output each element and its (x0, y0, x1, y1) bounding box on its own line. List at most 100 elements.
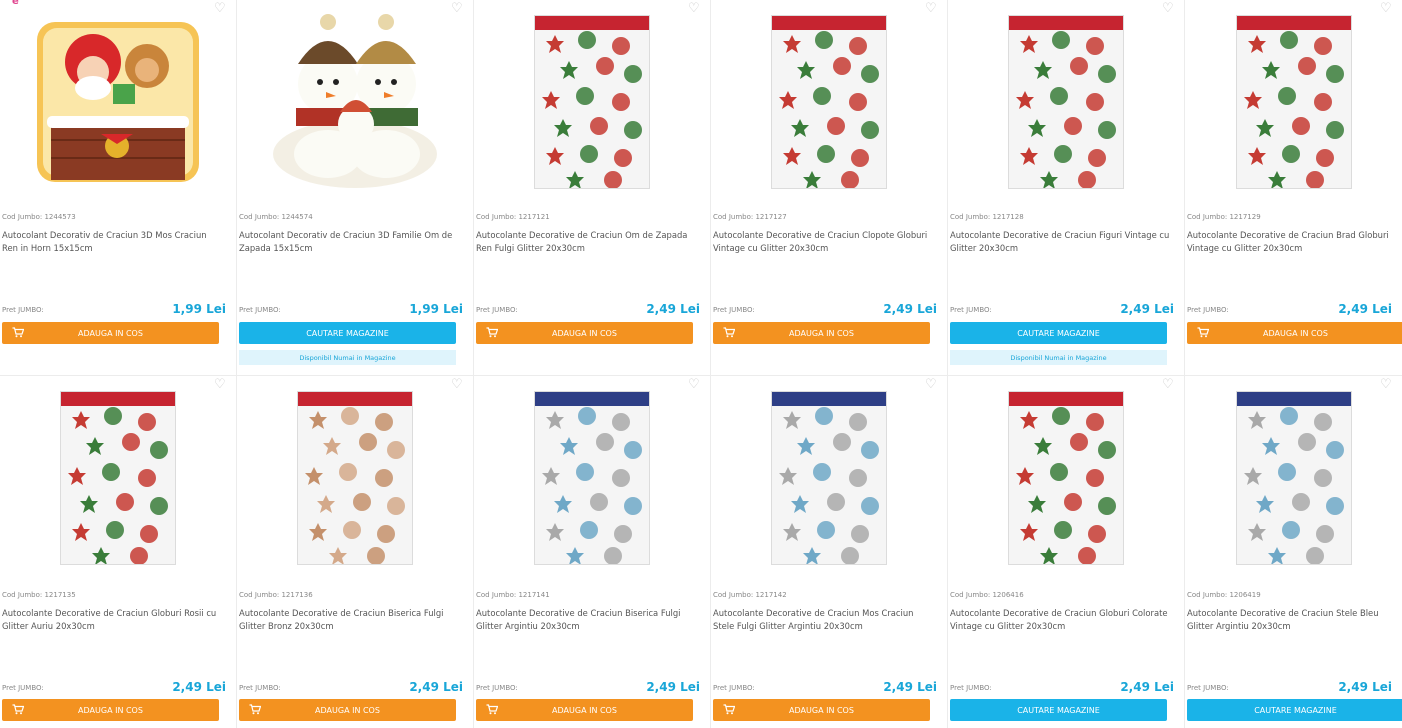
add-to-cart-label: ADAUGA IN COS (78, 328, 143, 338)
product-price: 1,99 Lei (172, 302, 226, 316)
heart-icon[interactable]: ♡ (1380, 378, 1394, 391)
product-code: Cod Jumbo: 1206416 (950, 591, 1024, 599)
product-code: Cod Jumbo: 1217121 (476, 213, 550, 221)
search-stores-label: CAUTARE MAGAZINE (306, 328, 389, 338)
stores-only-notice: Disponibil Numai in Magazine (950, 350, 1167, 365)
search-stores-button[interactable]: CAUTARE MAGAZINE (1187, 699, 1402, 721)
product-title[interactable]: Autocolante Decorative de Craciun Figuri… (950, 229, 1170, 255)
product-code: Cod Jumbo: 1217141 (476, 591, 550, 599)
add-to-cart-label: ADAUGA IN COS (789, 328, 854, 338)
cart-icon (486, 327, 499, 338)
add-to-cart-label: ADAUGA IN COS (78, 705, 143, 715)
product-card[interactable]: ♡ Cod Jumbo: 1244574 Autocolant Decorativ … (237, 0, 474, 376)
add-to-cart-button[interactable]: ADAUGA IN COS (713, 699, 930, 721)
product-image[interactable] (31, 390, 205, 566)
product-title[interactable]: Autocolante Decorative de Craciun Globur… (950, 607, 1170, 633)
heart-icon[interactable]: ♡ (925, 2, 939, 15)
search-stores-label: CAUTARE MAGAZINE (1254, 705, 1337, 715)
add-to-cart-button[interactable]: ADAUGA IN COS (476, 322, 693, 344)
search-stores-button[interactable]: CAUTARE MAGAZINE (950, 322, 1167, 344)
price-label: Pret JUMBO: (713, 306, 755, 314)
product-image[interactable] (268, 14, 442, 190)
product-card[interactable]: ♡ Cod Jumbo: 1244573 Autocolant Decorativ … (0, 0, 237, 376)
product-title[interactable]: Autocolant Decorativ de Craciun 3D Famil… (239, 229, 459, 255)
product-code: Cod Jumbo: 1244574 (239, 213, 313, 221)
price-label: Pret JUMBO: (1187, 684, 1229, 692)
add-to-cart-label: ADAUGA IN COS (552, 705, 617, 715)
cart-icon (723, 704, 736, 715)
product-code: Cod Jumbo: 1244573 (2, 213, 76, 221)
product-title[interactable]: Autocolante Decorative de Craciun Brad G… (1187, 229, 1402, 255)
add-to-cart-label: ADAUGA IN COS (315, 705, 380, 715)
price-label: Pret JUMBO: (476, 306, 518, 314)
add-to-cart-button[interactable]: ADAUGA IN COS (476, 699, 693, 721)
product-title[interactable]: Autocolante Decorative de Craciun Biseri… (476, 607, 696, 633)
product-title[interactable]: Autocolante Decorative de Craciun Clopot… (713, 229, 933, 255)
product-image[interactable] (1207, 14, 1381, 190)
product-image[interactable] (742, 390, 916, 566)
add-to-cart-label: ADAUGA IN COS (789, 705, 854, 715)
price-label: Pret JUMBO: (950, 306, 992, 314)
heart-icon[interactable]: ♡ (688, 378, 702, 391)
product-card[interactable]: ♡ Cod Jumbo: 1217128 Autocolante Decorativ… (948, 0, 1185, 376)
product-row: ♡ Cod Jumbo: 1244573 Autocolant Decorativ … (0, 0, 1402, 376)
heart-icon[interactable]: ♡ (214, 378, 228, 391)
add-to-cart-label: ADAUGA IN COS (1263, 328, 1328, 338)
product-title[interactable]: Autocolant Decorativ de Craciun 3D Mos C… (2, 229, 222, 255)
product-title[interactable]: Autocolante Decorative de Craciun Stele … (1187, 607, 1402, 633)
product-card[interactable]: ♡ Cod Jumbo: 1217129 Autocolante Decorativ… (1185, 0, 1402, 376)
product-image[interactable] (505, 390, 679, 566)
product-card[interactable]: ♡ Cod Jumbo: 1217142 Autocolante Decorativ… (711, 376, 948, 728)
heart-icon[interactable]: ♡ (451, 378, 465, 391)
product-image[interactable] (979, 14, 1153, 190)
search-stores-button[interactable]: CAUTARE MAGAZINE (239, 322, 456, 344)
heart-icon[interactable]: ♡ (688, 2, 702, 15)
price-label: Pret JUMBO: (713, 684, 755, 692)
add-to-cart-button[interactable]: ADAUGA IN COS (713, 322, 930, 344)
product-image[interactable] (268, 390, 442, 566)
product-title[interactable]: Autocolante Decorative de Craciun Mos Cr… (713, 607, 933, 633)
product-image[interactable] (31, 14, 205, 190)
product-card[interactable]: ♡ Cod Jumbo: 1217136 Autocolante Decorativ… (237, 376, 474, 728)
add-to-cart-button[interactable]: ADAUGA IN COS (2, 322, 219, 344)
stores-only-notice: Disponibil Numai in Magazine (239, 350, 456, 365)
heart-icon[interactable]: ♡ (925, 378, 939, 391)
product-price: 2,49 Lei (172, 680, 226, 694)
price-label: Pret JUMBO: (476, 684, 518, 692)
add-to-cart-button[interactable]: ADAUGA IN COS (239, 699, 456, 721)
product-grid: e ♡ Cod Jumbo: 1244573 Autocolant Decorati… (0, 0, 1402, 728)
product-card[interactable]: ♡ Cod Jumbo: 1217121 Autocolante Decorativ… (474, 0, 711, 376)
product-title[interactable]: Autocolante Decorative de Craciun Biseri… (239, 607, 459, 633)
price-label: Pret JUMBO: (2, 684, 44, 692)
cart-icon (249, 704, 262, 715)
price-label: Pret JUMBO: (1187, 306, 1229, 314)
product-card[interactable]: ♡ Cod Jumbo: 1217127 Autocolante Decorativ… (711, 0, 948, 376)
product-card[interactable]: ♡ Cod Jumbo: 1206416 Autocolante Decorativ… (948, 376, 1185, 728)
product-title[interactable]: Autocolante Decorative de Craciun Om de … (476, 229, 696, 255)
product-price: 2,49 Lei (646, 302, 700, 316)
search-stores-button[interactable]: CAUTARE MAGAZINE (950, 699, 1167, 721)
add-to-cart-button[interactable]: ADAUGA IN COS (2, 699, 219, 721)
product-image[interactable] (979, 390, 1153, 566)
cart-icon (486, 704, 499, 715)
heart-icon[interactable]: ♡ (1162, 378, 1176, 391)
product-price: 2,49 Lei (1338, 302, 1392, 316)
product-image[interactable] (742, 14, 916, 190)
price-label: Pret JUMBO: (2, 306, 44, 314)
product-card[interactable]: ♡ Cod Jumbo: 1217135 Autocolante Decorativ… (0, 376, 237, 728)
heart-icon[interactable]: ♡ (451, 2, 465, 15)
product-code: Cod Jumbo: 1217136 (239, 591, 313, 599)
product-code: Cod Jumbo: 1217142 (713, 591, 787, 599)
product-title[interactable]: Autocolante Decorative de Craciun Globur… (2, 607, 222, 633)
product-image[interactable] (1207, 390, 1381, 566)
product-card[interactable]: ♡ Cod Jumbo: 1206419 Autocolante Decorativ… (1185, 376, 1402, 728)
heart-icon[interactable]: ♡ (214, 2, 228, 15)
heart-icon[interactable]: ♡ (1162, 2, 1176, 15)
product-code: Cod Jumbo: 1217127 (713, 213, 787, 221)
product-price: 2,49 Lei (1338, 680, 1392, 694)
heart-icon[interactable]: ♡ (1380, 2, 1394, 15)
product-code: Cod Jumbo: 1217135 (2, 591, 76, 599)
product-image[interactable] (505, 14, 679, 190)
add-to-cart-button[interactable]: ADAUGA IN COS (1187, 322, 1402, 344)
product-card[interactable]: ♡ Cod Jumbo: 1217141 Autocolante Decorativ… (474, 376, 711, 728)
